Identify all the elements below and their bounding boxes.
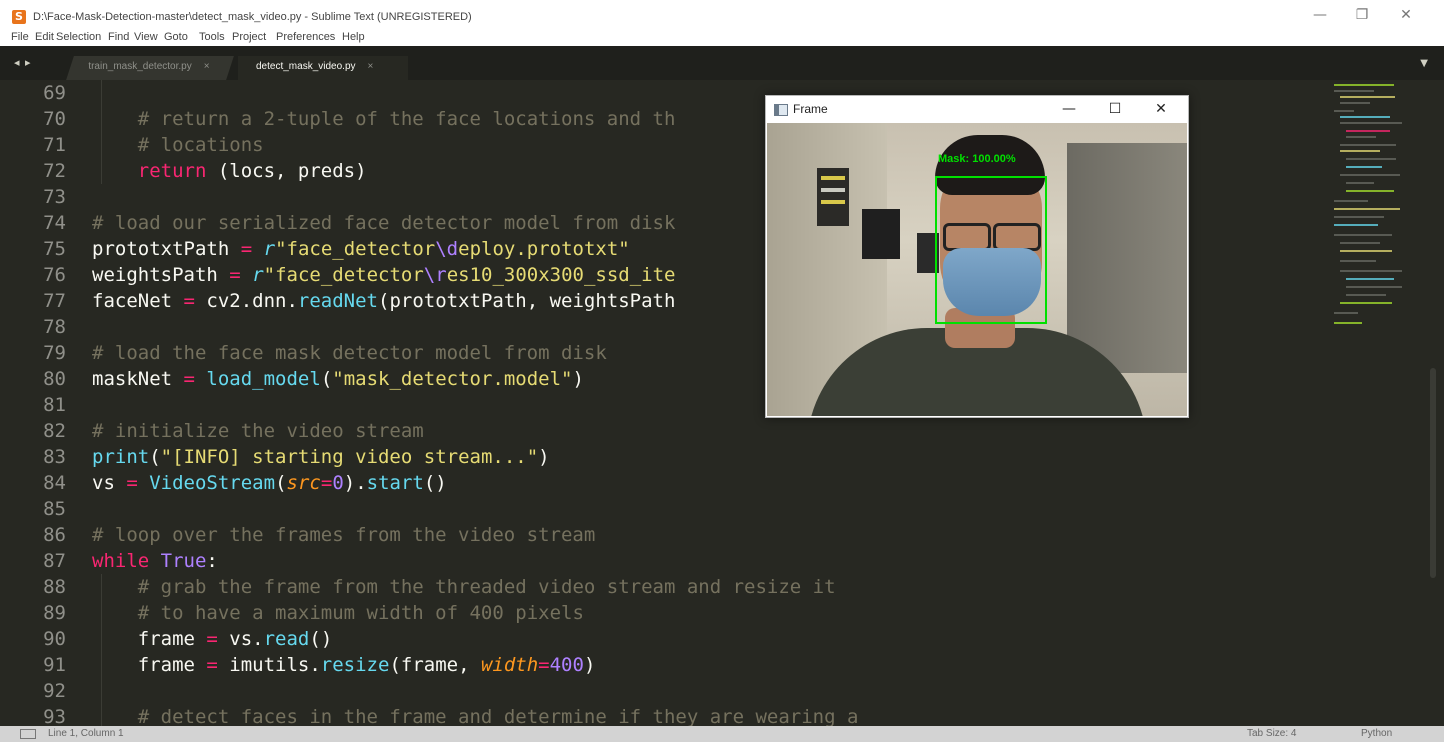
code-line-87: while True: xyxy=(92,550,218,572)
frame-maximize-button[interactable]: ☐ xyxy=(1102,99,1128,119)
menu-project[interactable]: Project xyxy=(232,30,266,44)
tab-close-icon[interactable]: × xyxy=(204,61,210,72)
menu-find[interactable]: Find xyxy=(108,30,129,44)
wall-poster xyxy=(817,168,849,226)
line-number: 75 xyxy=(43,238,66,260)
line-number: 78 xyxy=(43,316,66,338)
menu-goto[interactable]: Goto xyxy=(164,30,188,44)
line-number: 86 xyxy=(43,524,66,546)
line-number: 82 xyxy=(43,420,66,442)
menu-bar: File Edit Selection Find View Goto Tools… xyxy=(0,30,1444,46)
line-number-gutter: 69 70 71 72 73 74 75 76 77 78 79 80 81 8… xyxy=(0,80,80,726)
minimize-button[interactable]: — xyxy=(1310,6,1330,24)
line-number: 81 xyxy=(43,394,66,416)
frame-titlebar[interactable]: Frame — ☐ ✕ xyxy=(766,96,1188,123)
detection-label: Mask: 100.00% xyxy=(938,153,1016,165)
code-line-82: # initialize the video stream xyxy=(92,420,424,442)
line-number: 91 xyxy=(43,654,66,676)
code-line-84: vs = VideoStream(src=0).start() xyxy=(92,472,447,494)
panel-toggle-icon[interactable] xyxy=(20,729,36,739)
code-line-77: faceNet = cv2.dnn.readNet(prototxtPath, … xyxy=(92,290,676,312)
tab-label: train_mask_detector.py xyxy=(88,61,192,72)
line-number: 73 xyxy=(43,186,66,208)
code-line-86: # loop over the frames from the video st… xyxy=(92,524,596,546)
code-line-76: weightsPath = r"face_detector\res10_300x… xyxy=(92,264,676,286)
wall-poster xyxy=(862,209,900,259)
tab-dropdown-icon[interactable]: ▼ xyxy=(1420,58,1428,69)
tab-detect-mask-video[interactable]: detect_mask_video.py × xyxy=(238,56,408,80)
menu-view[interactable]: View xyxy=(134,30,158,44)
line-number: 69 xyxy=(43,82,66,104)
menu-edit[interactable]: Edit xyxy=(35,30,54,44)
code-line-71: # locations xyxy=(137,134,264,156)
code-line-72: return (locs, preds) xyxy=(137,160,367,182)
code-editor[interactable]: 69 70 71 72 73 74 75 76 77 78 79 80 81 8… xyxy=(0,80,1444,726)
code-line-70: # return a 2-tuple of the face locations… xyxy=(137,108,676,130)
tab-close-icon[interactable]: × xyxy=(368,61,374,72)
webcam-video-frame: Mask: 100.00% xyxy=(767,123,1187,416)
menu-preferences[interactable]: Preferences xyxy=(276,30,335,44)
tab-bar: ◂ ▸ train_mask_detector.py × detect_mask_… xyxy=(0,46,1444,80)
minimap[interactable] xyxy=(1326,80,1412,340)
menu-help[interactable]: Help xyxy=(342,30,365,44)
frame-close-button[interactable]: ✕ xyxy=(1148,99,1174,119)
line-number: 80 xyxy=(43,368,66,390)
line-number: 83 xyxy=(43,446,66,468)
line-number: 89 xyxy=(43,602,66,624)
detection-bounding-box xyxy=(935,176,1047,324)
status-bar: Line 1, Column 1 Tab Size: 4 Python xyxy=(0,726,1444,742)
frame-window[interactable]: Frame — ☐ ✕ Mask: 100.00% xyxy=(765,95,1189,418)
line-number: 85 xyxy=(43,498,66,520)
line-number: 92 xyxy=(43,680,66,702)
frame-title: Frame xyxy=(793,102,828,116)
line-number: 77 xyxy=(43,290,66,312)
code-line-91: frame = imutils.resize(frame, width=400) xyxy=(92,654,596,676)
line-number: 71 xyxy=(43,134,66,156)
code-line-75: prototxtPath = r"face_detector\deploy.pr… xyxy=(92,238,630,260)
line-number: 79 xyxy=(43,342,66,364)
tab-nav-arrows-icon[interactable]: ◂ ▸ xyxy=(14,56,32,69)
code-line-83: print("[INFO] starting video stream...") xyxy=(92,446,550,468)
background-door xyxy=(1067,143,1187,373)
line-number: 72 xyxy=(43,160,66,182)
line-number: 74 xyxy=(43,212,66,234)
tab-size[interactable]: Tab Size: 4 xyxy=(1247,728,1296,739)
cursor-position: Line 1, Column 1 xyxy=(48,728,124,739)
tab-train-mask-detector[interactable]: train_mask_detector.py × xyxy=(66,56,234,80)
code-line-89: # to have a maximum width of 400 pixels xyxy=(137,602,584,624)
window-icon xyxy=(774,104,788,116)
menu-file[interactable]: File xyxy=(11,30,29,44)
code-line-79: # load the face mask detector model from… xyxy=(92,342,607,364)
menu-tools[interactable]: Tools xyxy=(199,30,225,44)
window-title: D:\Face-Mask-Detection-master\detect_mas… xyxy=(33,11,472,23)
code-line-90: frame = vs.read() xyxy=(92,628,333,650)
close-button[interactable]: ✕ xyxy=(1396,6,1416,24)
line-number: 84 xyxy=(43,472,66,494)
line-number: 70 xyxy=(43,108,66,130)
code-line-80: maskNet = load_model("mask_detector.mode… xyxy=(92,368,584,390)
code-line-74: # load our serialized face detector mode… xyxy=(92,212,676,234)
line-number: 90 xyxy=(43,628,66,650)
line-number: 87 xyxy=(43,550,66,572)
tab-label: detect_mask_video.py xyxy=(256,61,356,72)
menu-selection[interactable]: Selection xyxy=(56,30,101,44)
sublime-text-icon: S xyxy=(12,10,26,24)
vertical-scrollbar[interactable] xyxy=(1430,368,1436,578)
frame-minimize-button[interactable]: — xyxy=(1056,99,1082,119)
code-line-93: # detect faces in the frame and determin… xyxy=(137,706,859,726)
maximize-button[interactable]: ❐ xyxy=(1352,6,1372,24)
syntax-selector[interactable]: Python xyxy=(1361,728,1392,739)
window-titlebar: S D:\Face-Mask-Detection-master\detect_m… xyxy=(0,0,1444,30)
line-number: 76 xyxy=(43,264,66,286)
line-number: 88 xyxy=(43,576,66,598)
code-line-88: # grab the frame from the threaded video… xyxy=(137,576,836,598)
line-number: 93 xyxy=(43,706,66,726)
